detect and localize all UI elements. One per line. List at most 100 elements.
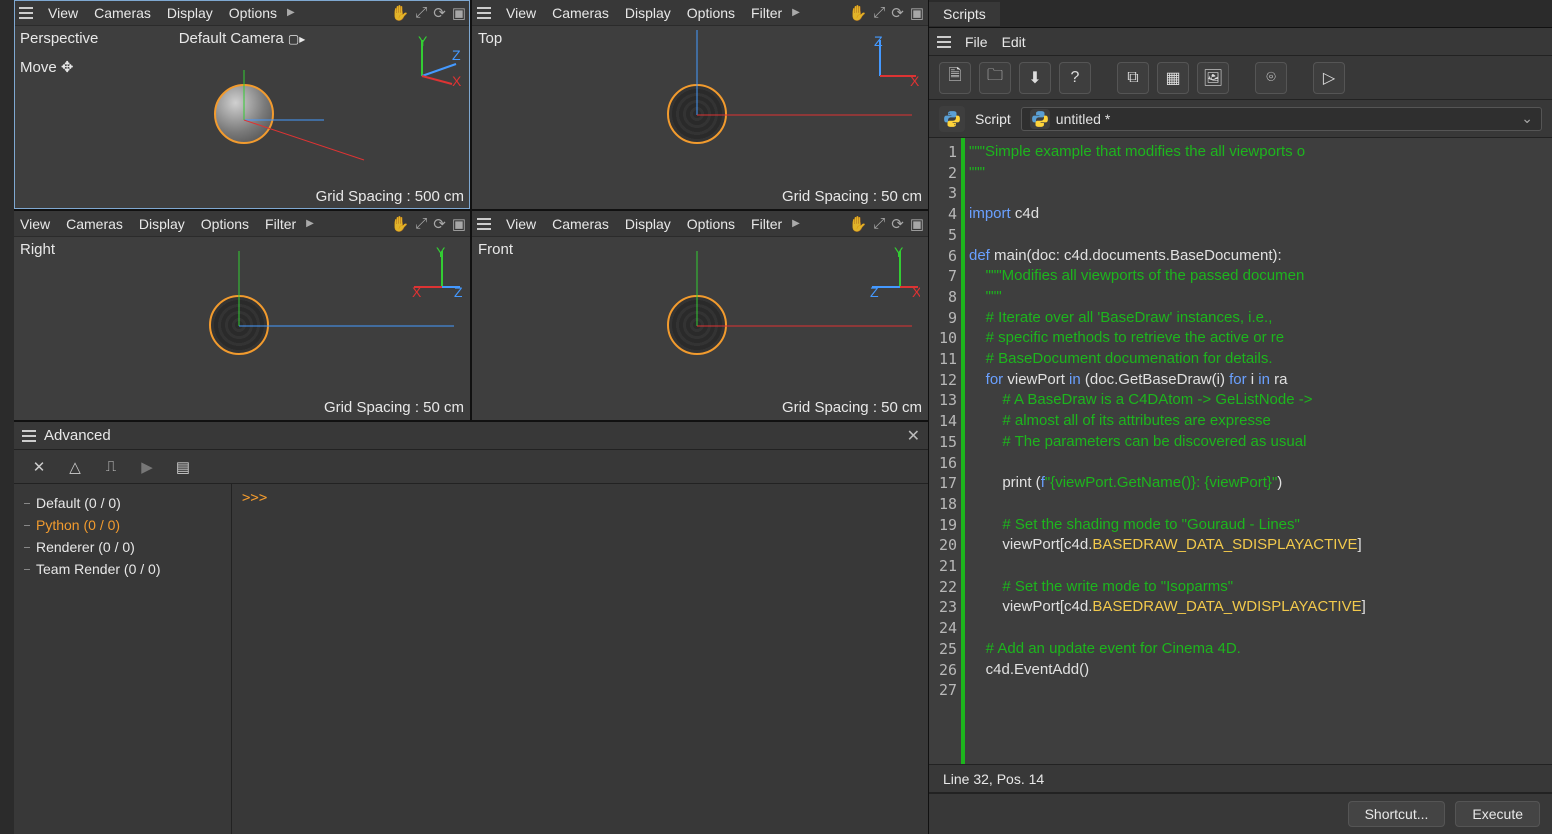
menu-more-icon[interactable]: ▶	[287, 7, 295, 18]
scene-object-sphere[interactable]	[214, 84, 274, 144]
menu-display[interactable]: Display	[165, 4, 215, 22]
menu-view[interactable]: View	[46, 4, 80, 22]
camera-icon[interactable]: ⌾	[1255, 62, 1287, 94]
menu-options[interactable]: Options	[685, 215, 737, 233]
menu-cameras[interactable]: Cameras	[92, 4, 153, 22]
console-title: Advanced	[44, 427, 111, 444]
menu-cameras[interactable]: Cameras	[550, 215, 611, 233]
pan-icon[interactable]: ✋	[391, 215, 410, 233]
copy-icon[interactable]: ⧉	[1117, 62, 1149, 94]
scene-object-sphere[interactable]	[209, 295, 269, 355]
viewport-label: Top	[478, 30, 502, 47]
svg-text:Z: Z	[454, 284, 462, 297]
orbit-icon[interactable]: ⟳	[891, 4, 904, 22]
menu-view[interactable]: View	[504, 215, 538, 233]
hamburger-icon[interactable]	[937, 36, 951, 48]
new-file-icon[interactable]: 🗎	[939, 62, 971, 94]
zoom-icon[interactable]: ⤢	[415, 4, 427, 22]
clapboard-icon[interactable]: ▦	[1157, 62, 1189, 94]
shortcut-button[interactable]: Shortcut...	[1348, 801, 1446, 827]
menu-cameras[interactable]: Cameras	[64, 215, 125, 233]
hamburger-icon[interactable]	[18, 7, 34, 19]
menu-display[interactable]: Display	[623, 215, 673, 233]
save-icon[interactable]: ⬇	[1019, 62, 1051, 94]
svg-text:Z: Z	[874, 36, 883, 49]
grid-spacing-label: Grid Spacing : 50 cm	[782, 188, 922, 205]
layout-icon[interactable]: ▣	[910, 215, 924, 233]
viewport-menubar: View Cameras Display Options ▶ ✋ ⤢ ⟳ ▣	[14, 0, 470, 26]
open-folder-icon[interactable]: 🗀	[979, 62, 1011, 94]
pan-icon[interactable]: ✋	[849, 4, 868, 22]
camera-label[interactable]: Default Camera ▢▸	[179, 30, 306, 47]
zoom-icon[interactable]: ⤢	[873, 4, 885, 22]
svg-text:X: X	[412, 284, 422, 297]
orbit-icon[interactable]: ⟳	[433, 215, 446, 233]
svg-text:Y: Y	[418, 36, 428, 49]
scene-object-sphere[interactable]	[667, 84, 727, 144]
menu-cameras[interactable]: Cameras	[550, 4, 611, 22]
run-icon[interactable]: ▷	[1313, 62, 1345, 94]
hamburger-icon[interactable]	[476, 7, 492, 19]
menu-edit[interactable]: Edit	[1002, 34, 1026, 50]
script-select[interactable]: untitled * ⌄	[1021, 107, 1542, 131]
menu-display[interactable]: Display	[623, 4, 673, 22]
pan-icon[interactable]: ✋	[391, 4, 410, 22]
viewport-perspective[interactable]: View Cameras Display Options ▶ ✋ ⤢ ⟳ ▣ P…	[14, 0, 470, 209]
menu-filter[interactable]: Filter	[263, 215, 298, 233]
viewport-front[interactable]: View Cameras Display Options Filter ▶ ✋ ⤢…	[472, 211, 928, 420]
scene-object-sphere[interactable]	[667, 295, 727, 355]
script-name: untitled *	[1056, 111, 1110, 127]
code-editor[interactable]: 1234567891011121314151617181920212223242…	[929, 138, 1552, 764]
image-icon[interactable]: 🖼	[1197, 62, 1229, 94]
viewport-right[interactable]: View Cameras Display Options Filter ▶ ✋ ⤢…	[14, 211, 470, 420]
menu-options[interactable]: Options	[199, 215, 251, 233]
hamburger-icon[interactable]	[22, 430, 36, 442]
connect-icon[interactable]: ⎍	[98, 454, 124, 480]
zoom-icon[interactable]: ⤢	[873, 215, 885, 233]
script-label: Script	[975, 111, 1011, 127]
viewport-label: Perspective	[20, 30, 98, 47]
console-output[interactable]: >>>	[232, 484, 928, 834]
python-icon	[939, 106, 965, 132]
menu-filter[interactable]: Filter	[749, 4, 784, 22]
console-tree-item[interactable]: Team Render (0 / 0)	[18, 558, 227, 580]
document-icon[interactable]: ▤	[170, 454, 196, 480]
layout-icon[interactable]: ▣	[452, 4, 466, 22]
layout-icon[interactable]: ▣	[452, 215, 466, 233]
menu-more-icon[interactable]: ▶	[792, 218, 800, 229]
pan-icon[interactable]: ✋	[849, 215, 868, 233]
menu-file[interactable]: File	[965, 34, 988, 50]
play-icon[interactable]: ▶	[134, 454, 160, 480]
hamburger-icon[interactable]	[476, 218, 492, 230]
orbit-icon[interactable]: ⟳	[433, 4, 446, 22]
help-icon[interactable]: ?	[1059, 62, 1091, 94]
console-tree-item[interactable]: Default (0 / 0)	[18, 492, 227, 514]
svg-text:X: X	[452, 73, 462, 86]
console-tree-item[interactable]: Python (0 / 0)	[18, 514, 227, 536]
clear-icon[interactable]: ✕	[26, 454, 52, 480]
close-icon[interactable]: ✕	[907, 426, 920, 446]
warnings-icon[interactable]: △	[62, 454, 88, 480]
zoom-icon[interactable]: ⤢	[415, 215, 427, 233]
menu-options[interactable]: Options	[685, 4, 737, 22]
menu-display[interactable]: Display	[137, 215, 187, 233]
menu-view[interactable]: View	[504, 4, 538, 22]
layout-icon[interactable]: ▣	[910, 4, 924, 22]
tab-scripts[interactable]: Scripts	[929, 2, 1000, 26]
menu-more-icon[interactable]: ▶	[306, 218, 314, 229]
editor-status: Line 32, Pos. 14	[929, 764, 1552, 792]
svg-text:X: X	[912, 284, 920, 297]
menu-view[interactable]: View	[18, 215, 52, 233]
execute-button[interactable]: Execute	[1455, 801, 1540, 827]
menu-more-icon[interactable]: ▶	[792, 7, 800, 18]
menu-filter[interactable]: Filter	[749, 215, 784, 233]
console-tree: Default (0 / 0)Python (0 / 0)Renderer (0…	[14, 484, 232, 834]
svg-text:X: X	[910, 73, 920, 86]
menu-options[interactable]: Options	[227, 4, 279, 22]
orbit-icon[interactable]: ⟳	[891, 215, 904, 233]
console-tree-item[interactable]: Renderer (0 / 0)	[18, 536, 227, 558]
python-icon	[1030, 109, 1050, 129]
code-content[interactable]: """Simple example that modifies the all …	[965, 138, 1552, 764]
grid-spacing-label: Grid Spacing : 500 cm	[316, 188, 464, 205]
viewport-top[interactable]: View Cameras Display Options Filter ▶ ✋ ⤢…	[472, 0, 928, 209]
